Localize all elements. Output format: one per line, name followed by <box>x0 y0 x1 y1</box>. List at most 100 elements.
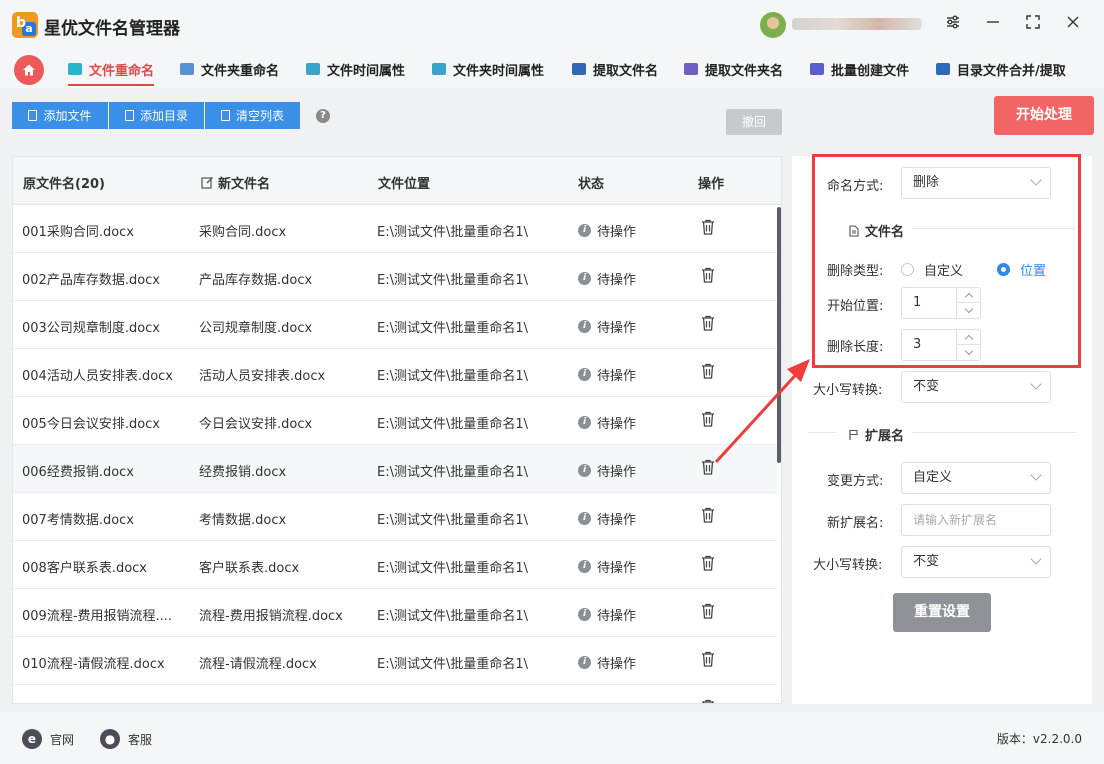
table-row[interactable]: 002产品库存数据.docx 产品库存数据.docx E:\测试文件\批量重命名1\… <box>13 253 777 301</box>
extract-filename-icon <box>572 63 586 75</box>
delete-row-icon[interactable] <box>699 314 717 336</box>
status-label: 待操作 <box>597 369 637 384</box>
radio-position-label: 位置 <box>1020 264 1047 279</box>
tab-file-rename[interactable]: 文件重命名 <box>68 58 155 86</box>
delete-row-icon[interactable] <box>699 650 717 672</box>
ext-case-convert-label: 大小写转换: <box>813 558 883 573</box>
avatar[interactable] <box>760 12 786 38</box>
ext-case-convert-select[interactable]: 不变 <box>901 546 1051 578</box>
delete-row-icon[interactable] <box>699 410 717 432</box>
tab-extract-filename[interactable]: 提取文件名 <box>572 58 658 80</box>
delete-row-icon[interactable] <box>699 698 717 703</box>
table-row[interactable]: 003公司规章制度.docx 公司规章制度.docx E:\测试文件\批量重命名1\… <box>13 301 777 349</box>
add-file-button[interactable]: 添加文件 <box>12 102 108 129</box>
trash-small-icon <box>220 110 230 121</box>
info-icon: i <box>578 224 591 237</box>
file-icon <box>28 110 38 121</box>
table-row[interactable]: 009流程-费用报销流程.... 流程-费用报销流程.docx E:\测试文件\批量… <box>13 589 777 637</box>
help-icon[interactable]: ? <box>316 109 330 123</box>
divider <box>912 432 1076 433</box>
tab-folder-time[interactable]: 文件夹时间属性 <box>432 58 544 80</box>
file-rename-icon <box>68 63 82 75</box>
cell-original-name: 005今日会议安排.docx <box>22 417 160 432</box>
table-row[interactable]: 004活动人员安排表.docx 活动人员安排表.docx E:\测试文件\批量重命名… <box>13 349 777 397</box>
new-extension-input[interactable]: 请输入新扩展名 <box>901 504 1051 536</box>
delete-row-icon[interactable] <box>699 266 717 288</box>
website-link[interactable]: e 官网 <box>22 729 74 749</box>
delete-length-stepper[interactable]: 3 <box>901 329 981 361</box>
settings-sliders-icon[interactable] <box>942 14 964 36</box>
decrement-icon[interactable] <box>957 345 980 360</box>
table-row[interactable]: 007考情数据.docx 考情数据.docx E:\测试文件\批量重命名1\ i 待操作 <box>13 493 777 541</box>
tab-batch-create[interactable]: 批量创建文件 <box>810 58 909 80</box>
filename-section-title: 文件名 <box>848 221 904 240</box>
table-row[interactable]: 008客户联系表.docx 客户联系表.docx E:\测试文件\批量重命名1\ i 待… <box>13 541 777 589</box>
maximize-icon[interactable] <box>1022 14 1044 36</box>
tab-dir-merge[interactable]: 目录文件合并/提取 <box>936 58 1066 80</box>
delete-type-label: 删除类型: <box>827 264 884 279</box>
tab-label: 文件时间属性 <box>327 63 406 79</box>
delete-row-icon[interactable] <box>699 458 717 480</box>
delete-row-icon[interactable] <box>699 218 717 240</box>
decrement-icon[interactable] <box>957 303 980 318</box>
increment-icon[interactable] <box>957 330 980 345</box>
start-position-stepper[interactable]: 1 <box>901 287 981 319</box>
start-process-button[interactable]: 开始处理 <box>994 96 1094 135</box>
delete-row-icon[interactable] <box>699 602 717 624</box>
undo-button[interactable]: 撤回 <box>726 109 782 135</box>
table-row[interactable]: 010流程-请假流程.docx 流程-请假流程.docx E:\测试文件\批量重命名… <box>13 637 777 685</box>
radio-position[interactable]: 位置 <box>997 260 1046 279</box>
new-extension-label: 新扩展名: <box>827 516 884 531</box>
change-mode-select[interactable]: 自定义 <box>901 462 1051 494</box>
app-logo-text: b <box>16 15 27 31</box>
start-position-value: 1 <box>913 295 922 310</box>
info-icon: i <box>578 320 591 333</box>
table-scrollbar[interactable] <box>777 207 781 463</box>
home-icon <box>23 64 35 76</box>
change-mode-label: 变更方式: <box>827 474 884 489</box>
delete-row-icon[interactable] <box>699 506 717 528</box>
extension-section-title: 扩展名 <box>848 425 904 444</box>
cell-status: i 待操作 <box>578 413 636 432</box>
add-dir-button[interactable]: 添加目录 <box>109 102 204 129</box>
folder-icon <box>124 110 134 121</box>
increment-icon[interactable] <box>957 288 980 303</box>
status-label: 待操作 <box>597 273 637 288</box>
cell-new-name: 经费报销.docx <box>199 465 287 480</box>
close-icon[interactable] <box>1062 14 1084 36</box>
support-link[interactable]: ● 客服 <box>100 729 152 749</box>
status-label: 待操作 <box>597 321 637 336</box>
cell-status: i 待操作 <box>578 365 636 384</box>
naming-mode-label: 命名方式: <box>827 179 884 194</box>
home-button[interactable] <box>14 55 44 85</box>
delete-row-icon[interactable] <box>699 554 717 576</box>
tab-label: 目录文件合并/提取 <box>957 63 1066 79</box>
header-status: 状态 <box>578 177 605 192</box>
minimize-icon[interactable] <box>982 14 1004 36</box>
table-row-partial[interactable] <box>13 685 777 703</box>
table-row[interactable]: 001采购合同.docx 采购合同.docx E:\测试文件\批量重命名1\ i 待操作 <box>13 205 777 253</box>
tab-folder-rename[interactable]: 文件夹重命名 <box>180 58 279 80</box>
info-icon: i <box>578 560 591 573</box>
cell-status: i 待操作 <box>578 269 636 288</box>
naming-mode-select[interactable]: 删除 <box>901 167 1051 199</box>
delete-row-icon[interactable] <box>699 362 717 384</box>
cell-location: E:\测试文件\批量重命名1\ <box>377 657 529 672</box>
table-row[interactable]: 006经费报销.docx 经费报销.docx E:\测试文件\批量重命名1\ i 待操作 <box>13 445 777 493</box>
chevron-down-icon <box>1030 469 1042 481</box>
divider <box>808 432 836 433</box>
app-logo-icon: ab <box>12 12 38 38</box>
cell-location: E:\测试文件\批量重命名1\ <box>377 225 529 240</box>
clear-list-button[interactable]: 清空列表 <box>205 102 300 129</box>
reset-settings-button[interactable]: 重置设置 <box>893 593 991 632</box>
radio-custom[interactable]: 自定义 <box>901 260 963 279</box>
chevron-down-icon <box>1030 174 1042 186</box>
case-convert-select[interactable]: 不变 <box>901 371 1051 403</box>
tab-file-time[interactable]: 文件时间属性 <box>306 58 405 80</box>
tab-extract-foldername[interactable]: 提取文件夹名 <box>684 58 783 80</box>
status-label: 待操作 <box>597 417 637 432</box>
table-row[interactable]: 005今日会议安排.docx 今日会议安排.docx E:\测试文件\批量重命名1\… <box>13 397 777 445</box>
status-label: 待操作 <box>597 561 637 576</box>
status-label: 待操作 <box>597 465 637 480</box>
cell-status: i 待操作 <box>578 461 636 480</box>
